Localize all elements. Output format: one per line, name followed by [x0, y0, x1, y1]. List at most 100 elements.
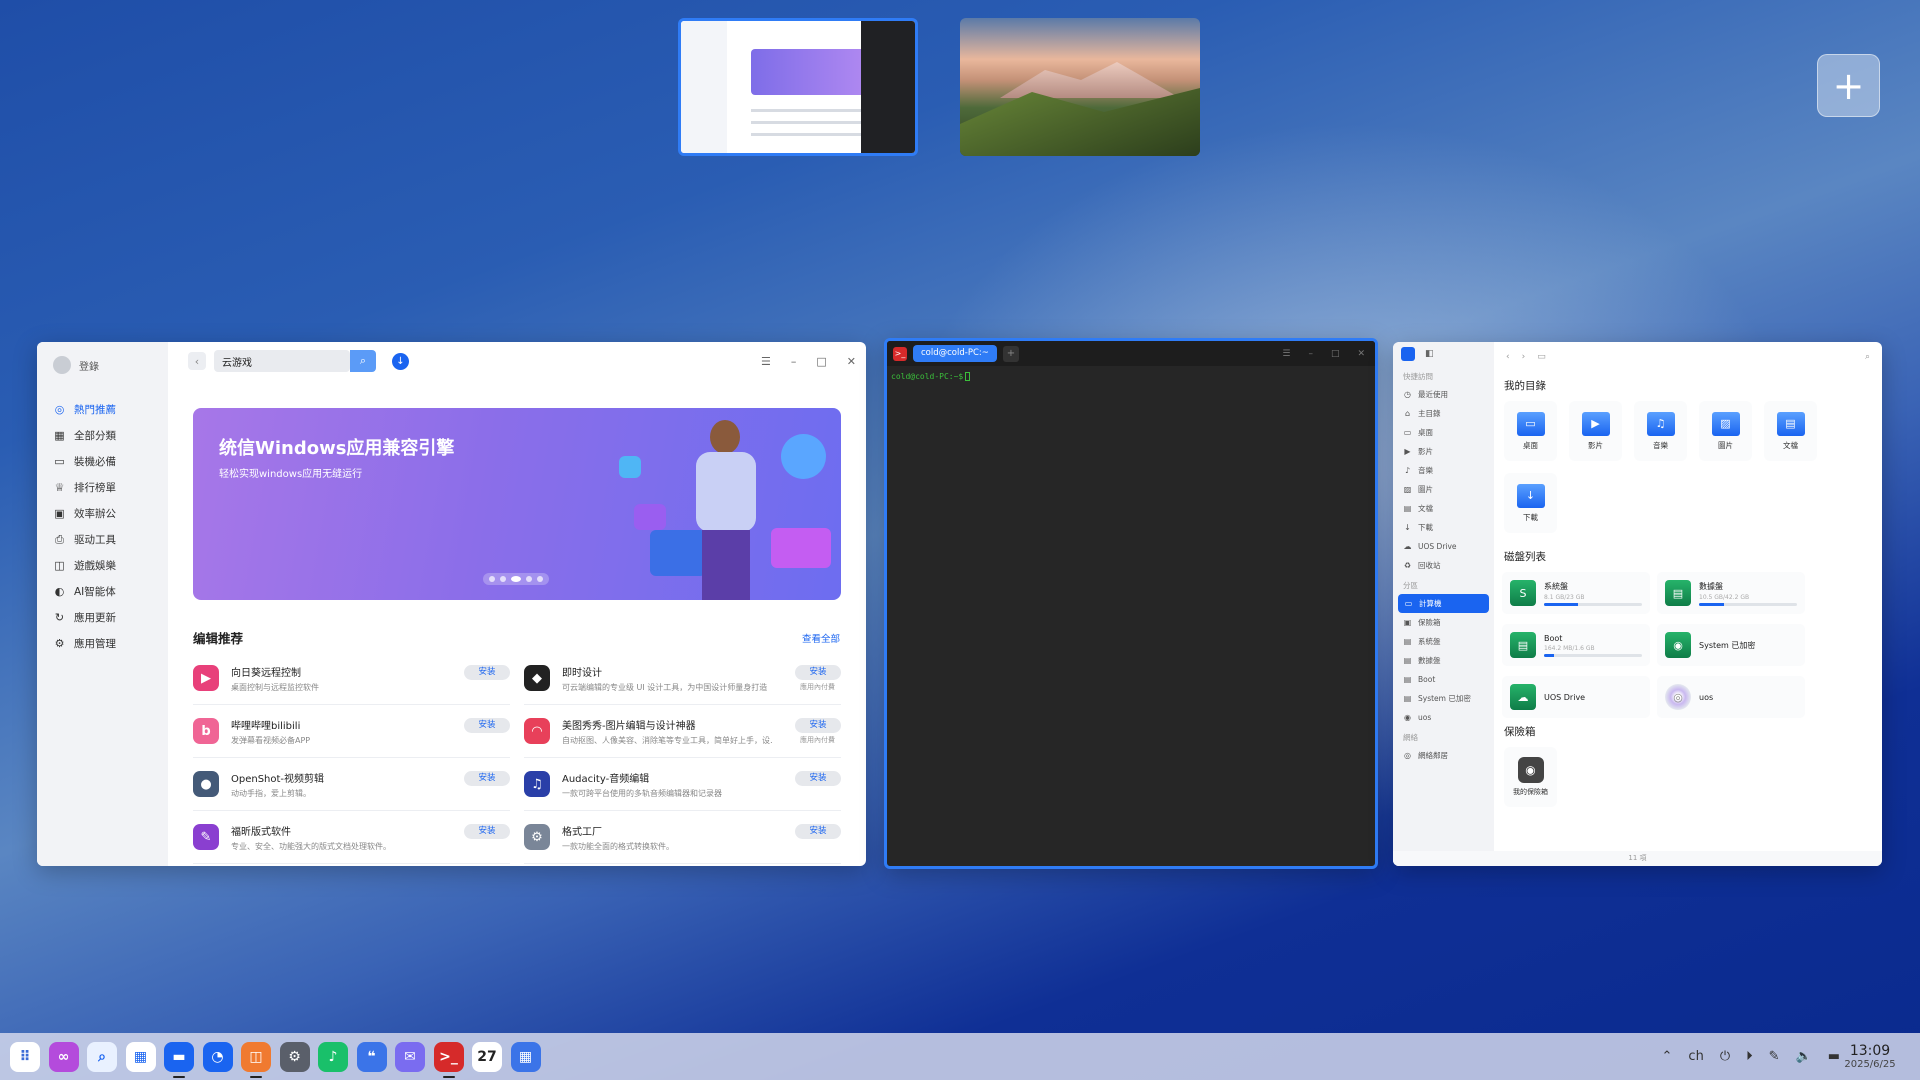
install-button[interactable]: 安装: [464, 824, 510, 839]
search-input[interactable]: 云游戏: [214, 350, 350, 372]
folder-item[interactable]: ▭ 桌面: [1504, 401, 1557, 461]
sidebar-item[interactable]: ▭ 計算機: [1398, 594, 1489, 613]
sidebar-item[interactable]: ◷ 最近使用: [1393, 385, 1494, 404]
download-icon[interactable]: ↓: [392, 352, 409, 370]
close-icon[interactable]: ✕: [1357, 349, 1365, 359]
sidebar-item-briefcase[interactable]: ▣ 效率辦公: [37, 500, 168, 526]
sidebar-item-compass[interactable]: ◎ 熱門推薦: [37, 396, 168, 422]
sidebar-item[interactable]: ▤ 系統盤: [1393, 632, 1494, 651]
multitask-icon[interactable]: ▦: [125, 1041, 156, 1072]
sidebar-item[interactable]: ☁ UOS Drive: [1393, 537, 1494, 556]
chat-icon[interactable]: ❝: [356, 1041, 387, 1072]
maximize-icon[interactable]: □: [816, 355, 826, 368]
sidebar-item-monitor[interactable]: ▭ 裝機必備: [37, 448, 168, 474]
terminal-window[interactable]: >_ cold@cold-PC:~ + ☰ – □ ✕ cold@cold-PC…: [884, 338, 1378, 869]
back-icon[interactable]: ‹: [1506, 352, 1510, 362]
search-icon[interactable]: ⌕: [1865, 352, 1870, 362]
install-button[interactable]: 安装: [795, 824, 841, 839]
install-button[interactable]: 安装: [464, 665, 510, 680]
minimize-icon[interactable]: –: [1308, 349, 1313, 359]
sidebar-toggle-icon[interactable]: ◧: [1425, 349, 1434, 359]
terminal-tab[interactable]: cold@cold-PC:~: [913, 345, 997, 362]
calendar-icon[interactable]: 27: [472, 1041, 502, 1072]
chevron-up-icon[interactable]: ⌃: [1662, 1049, 1673, 1064]
sidebar-item[interactable]: ▣ 保險箱: [1393, 613, 1494, 632]
menu-icon[interactable]: ☰: [1282, 349, 1290, 359]
vault-item[interactable]: ◉ 我的保險箱: [1504, 747, 1557, 807]
list-item[interactable]: b 哔哩哔哩bilibili 发弹幕看视频必备APP 安装: [193, 705, 510, 758]
close-icon[interactable]: ✕: [847, 355, 856, 368]
launcher-icon[interactable]: ⠿: [10, 1041, 40, 1072]
disk-item[interactable]: ◉ System 已加密: [1657, 624, 1805, 666]
banner-pager[interactable]: [483, 573, 549, 585]
settings-icon[interactable]: ⚙: [279, 1041, 310, 1072]
computer-icon[interactable]: ▭: [1537, 352, 1546, 362]
folder-item[interactable]: ↓ 下載: [1504, 473, 1557, 533]
install-button[interactable]: 安装: [795, 718, 841, 733]
sidebar-item[interactable]: ▤ Boot: [1393, 670, 1494, 689]
file-manager-window[interactable]: ◧ 快捷訪問 ◷ 最近使用 ⌂ 主目錄 ▭ 桌面 ▶ 影片 ♪ 音樂 ▨ 圖片 ▤ 文檔 ↓ 下載 ☁ UOS D…: [1393, 342, 1882, 866]
new-tab-icon[interactable]: +: [1002, 345, 1019, 362]
sidebar-item[interactable]: ⌂ 主目錄: [1393, 404, 1494, 423]
add-workspace-button[interactable]: +: [1817, 54, 1880, 117]
workspace-2-thumbnail[interactable]: [960, 18, 1200, 156]
network-icon[interactable]: ▬: [1828, 1049, 1840, 1064]
sidebar-item[interactable]: ▤ System 已加密: [1393, 689, 1494, 708]
sidebar-item[interactable]: ◎ 網絡鄰居: [1393, 746, 1494, 765]
maximize-icon[interactable]: □: [1331, 349, 1340, 359]
view-all-link[interactable]: 查看全部: [802, 631, 840, 645]
install-button[interactable]: 安装: [464, 718, 510, 733]
search-icon[interactable]: ⌕: [350, 350, 376, 372]
sidebar-item[interactable]: ♻ 回收站: [1393, 556, 1494, 575]
sidebar-item-trophy[interactable]: ♕ 排行榜單: [37, 474, 168, 500]
sidebar-item-gamepad[interactable]: ◫ 遊戲娛樂: [37, 552, 168, 578]
disk-item[interactable]: ☁ UOS Drive: [1502, 676, 1650, 718]
sidebar-item[interactable]: ▨ 圖片: [1393, 480, 1494, 499]
list-item[interactable]: ◆ 即时设计 可云端编辑的专业级 UI 设计工具，为中国设计师量身打造 安装 應用內付費: [524, 652, 841, 705]
menu-icon[interactable]: ☰: [761, 355, 771, 368]
sidebar-item-grid[interactable]: ▦ 全部分類: [37, 422, 168, 448]
pen-icon[interactable]: ✎: [1769, 1049, 1780, 1064]
sidebar-item[interactable]: ▤ 文檔: [1393, 499, 1494, 518]
ai-assistant-icon[interactable]: ∞: [48, 1041, 79, 1072]
input-method-icon[interactable]: ch: [1688, 1049, 1703, 1064]
app-store-window[interactable]: 登錄 ◎ 熱門推薦 ▦ 全部分類 ▭ 裝機必備 ♕ 排行榜單 ▣ 效率辦公 ⎙ 驱动工具 ◫ 遊戲娛樂 ◐ A…: [37, 342, 866, 866]
power-icon[interactable]: ⏻: [1720, 1049, 1730, 1064]
volume-icon[interactable]: 🔈: [1796, 1049, 1812, 1064]
search-icon[interactable]: ⌕: [87, 1041, 117, 1072]
sidebar-item[interactable]: ↓ 下載: [1393, 518, 1494, 537]
sidebar-item[interactable]: ▶ 影片: [1393, 442, 1494, 461]
browser-icon[interactable]: ◔: [202, 1041, 233, 1072]
minimize-icon[interactable]: –: [791, 355, 797, 368]
user-login[interactable]: 登錄: [37, 342, 168, 390]
list-item[interactable]: ⚙ 格式工厂 一款功能全面的格式转换软件。 安装: [524, 811, 841, 864]
promo-banner[interactable]: 统信Windows应用兼容引擎 轻松实现windows应用无缝运行: [193, 408, 841, 600]
sidebar-item-printer[interactable]: ⎙ 驱动工具: [37, 526, 168, 552]
folder-item[interactable]: ♫ 音樂: [1634, 401, 1687, 461]
sidebar-item[interactable]: ▭ 桌面: [1393, 423, 1494, 442]
folder-item[interactable]: ▨ 圖片: [1699, 401, 1752, 461]
terminal-icon[interactable]: >_: [433, 1041, 464, 1078]
disk-item[interactable]: S 系統盤 8.1 GB/23 GB: [1502, 572, 1650, 614]
folder-item[interactable]: ▶ 影片: [1569, 401, 1622, 461]
clock[interactable]: 13:09 2025/6/25: [1840, 1043, 1900, 1070]
disk-item[interactable]: ▤ Boot 164.2 MB/1.6 GB: [1502, 624, 1650, 666]
play-icon[interactable]: ⏵: [1746, 1049, 1753, 1064]
list-item[interactable]: ▶ 向日葵远程控制 桌面控制与远程监控软件 安装: [193, 652, 510, 705]
list-item[interactable]: ● OpenShot-视频剪辑 动动手指，爱上剪辑。 安装: [193, 758, 510, 811]
terminal-prompt[interactable]: cold@cold-PC:~$: [887, 366, 1375, 387]
sidebar-item[interactable]: ◉ uos: [1393, 708, 1494, 727]
workspace-1-thumbnail[interactable]: [678, 18, 918, 156]
sidebar-item[interactable]: ▤ 數據盤: [1393, 651, 1494, 670]
folder-item[interactable]: ▤ 文檔: [1764, 401, 1817, 461]
list-item[interactable]: ✎ 福昕版式软件 专业、安全、功能强大的版式文档处理软件。 安装: [193, 811, 510, 864]
list-item[interactable]: ◠ 美图秀秀-图片编辑与设计神器 自动抠图、人像美容、消除笔等专业工具，简单好上手，…: [524, 705, 841, 758]
calculator-icon[interactable]: ▦: [510, 1041, 541, 1072]
sidebar-item-settings[interactable]: ⚙ 應用管理: [37, 630, 168, 656]
music-icon[interactable]: ♪: [318, 1041, 348, 1072]
sidebar-item-ai[interactable]: ◐ AI智能体: [37, 578, 168, 604]
disk-item[interactable]: ▤ 數據盤 10.5 GB/42.2 GB: [1657, 572, 1805, 614]
list-item[interactable]: ♫ Audacity-音频编辑 一款可跨平台使用的多轨音频编辑器和记录器 安装: [524, 758, 841, 811]
back-button[interactable]: ‹: [188, 352, 206, 370]
forward-icon[interactable]: ›: [1522, 352, 1526, 362]
